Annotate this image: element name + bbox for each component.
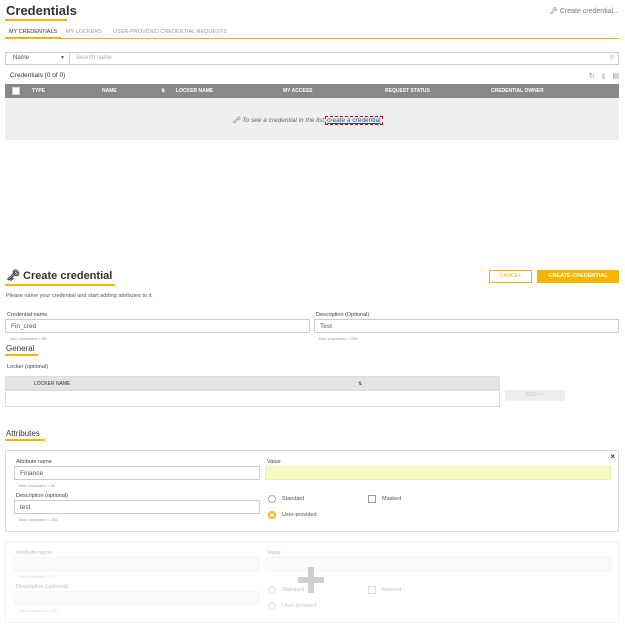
close-icon[interactable]: ×	[610, 452, 615, 461]
value-label: Value	[267, 550, 281, 556]
search-input[interactable]: Search name	[76, 55, 112, 61]
attribute-name-hint: Max characters = 50	[19, 574, 56, 579]
attribute-card: × Attribute name Finance Max characters …	[5, 450, 619, 532]
attribute-name-hint: Max characters = 50	[19, 483, 56, 488]
view-icon[interactable]: ▤	[612, 73, 619, 80]
checkbox-masked	[368, 586, 376, 594]
radio-standard[interactable]	[268, 495, 276, 503]
create-title-underline	[5, 284, 115, 286]
add-attribute-plus-icon[interactable]	[298, 567, 324, 593]
top-create-credential-link[interactable]: 🗝︎ Create credential...	[549, 7, 619, 15]
create-credential-link[interactable]: create a credential	[325, 116, 383, 125]
col-locker[interactable]: LOCKER NAME	[34, 381, 70, 387]
sort-icon[interactable]: ⇅	[358, 381, 362, 387]
attribute-desc-hint: Max characters = 255	[19, 517, 58, 522]
attribute-desc-input	[14, 591, 260, 605]
option-masked: Masked	[368, 586, 401, 594]
tab-my-credentials[interactable]: MY CREDENTIALS	[5, 26, 62, 38]
radio-user-provided[interactable]	[268, 511, 276, 519]
col-request-status[interactable]: REQUEST STATUS	[385, 88, 430, 94]
general-underline	[5, 354, 38, 356]
col-my-access[interactable]: MY ACCESS	[283, 88, 312, 94]
create-credential-title: 🗝︎ Create credential	[6, 270, 113, 282]
attribute-name-label: Attribute name	[16, 459, 52, 465]
option-standard[interactable]: Standard	[268, 495, 304, 503]
description-label: Description (Optional)	[316, 312, 370, 318]
col-type[interactable]: TYPE	[32, 88, 45, 94]
tab-user-provided-requests[interactable]: USER-PROVIDED CREDENTIAL REQUESTS	[109, 26, 231, 38]
credential-name-hint: Max characters = 50	[10, 336, 47, 341]
caret-down-icon: ▼	[60, 55, 65, 61]
credential-name-input[interactable]: Fin_cred	[5, 319, 310, 333]
key-icon: 🗝︎	[6, 270, 20, 282]
attribute-name-label: Attribute name	[16, 550, 52, 556]
attributes-underline	[5, 439, 45, 441]
table-header: TYPE NAME ⇅ LOCKER NAME MY ACCESS REQUES…	[5, 84, 619, 98]
radio-user-provided	[268, 602, 276, 610]
attribute-desc-label: Description (optional)	[16, 493, 68, 499]
key-icon: 🗝︎	[232, 117, 241, 124]
table-empty-state: 🗝︎ To see a credential in the list creat…	[5, 98, 619, 140]
cancel-button[interactable]: CANCEL	[489, 270, 532, 283]
search-icon[interactable]: ⚲	[610, 54, 614, 61]
attribute-name-input	[14, 557, 260, 571]
value-label: Value	[267, 459, 281, 465]
attribute-desc-label: Description (optional)	[16, 584, 68, 590]
add-locker-button[interactable]: ADD >>	[505, 390, 565, 401]
filter-field-select[interactable]: Name ▼	[6, 53, 70, 64]
locker-label: Locker (optional)	[7, 364, 48, 370]
attributes-section-title: Attributes	[6, 429, 40, 438]
empty-message: 🗝︎ To see a credential in the list creat…	[232, 116, 383, 125]
credentials-count: Credentials (0 of 0)	[10, 72, 66, 79]
page-title: Credentials	[6, 3, 77, 18]
list-toolbar: ↻ ▮ ▤	[584, 72, 619, 80]
description-hint: Max characters = 255	[319, 336, 358, 341]
value-input[interactable]	[265, 466, 611, 480]
attribute-desc-input[interactable]: test	[14, 500, 260, 514]
locker-table-header: LOCKER NAME ⇅	[5, 376, 500, 390]
create-credential-button[interactable]: CREATE CREDENTIAL	[537, 270, 619, 283]
columns-icon[interactable]: ▮	[602, 73, 606, 80]
refresh-icon[interactable]: ↻	[589, 73, 595, 80]
option-masked[interactable]: Masked	[368, 495, 401, 503]
key-icon: 🗝︎	[549, 8, 558, 15]
credential-name-label: Credential name	[7, 312, 48, 318]
form-intro: Please name your credential and start ad…	[6, 293, 153, 299]
tab-bar: MY CREDENTIALS MY LOCKERS USER-PROVIDED …	[5, 26, 235, 38]
tabs-divider	[5, 38, 619, 39]
attribute-desc-hint: Max characters = 255	[19, 608, 58, 613]
option-user-provided[interactable]: User-provided	[268, 511, 317, 519]
col-locker-name[interactable]: LOCKER NAME	[176, 88, 213, 94]
sort-icon[interactable]: ⇅	[161, 88, 165, 94]
filter-bar: Name ▼ Search name ⚲	[5, 52, 619, 65]
general-section-title: General	[6, 344, 35, 353]
option-user-provided: User-provided	[268, 602, 317, 610]
attribute-name-input[interactable]: Finance	[14, 466, 260, 480]
radio-standard	[268, 586, 276, 594]
col-credential-owner[interactable]: CREDENTIAL OWNER	[491, 88, 544, 94]
description-input[interactable]: Test	[314, 319, 619, 333]
col-name[interactable]: NAME	[102, 88, 117, 94]
title-underline	[5, 19, 67, 21]
select-all-checkbox[interactable]	[12, 87, 20, 95]
checkbox-masked[interactable]	[368, 495, 376, 503]
locker-table-body	[5, 390, 500, 407]
tab-my-lockers[interactable]: MY LOCKERS	[62, 26, 106, 38]
